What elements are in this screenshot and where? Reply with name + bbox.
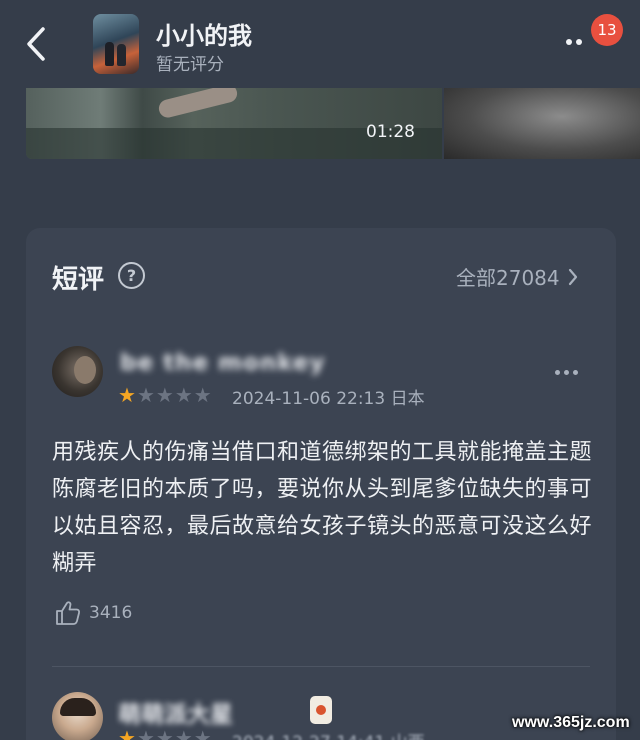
star-empty-icon: ★ bbox=[136, 383, 155, 407]
dot-icon bbox=[555, 370, 560, 375]
review-more-button[interactable] bbox=[555, 370, 578, 375]
dot-icon bbox=[564, 370, 569, 375]
thumbs-up-icon bbox=[56, 601, 81, 625]
review-text: 用残疾人的伤痛当借口和道德绑架的工具就能掩盖主题陈腐老旧的本质了吗，要说你从头到… bbox=[52, 440, 593, 576]
watermark: www.365jz.com bbox=[512, 714, 630, 731]
star-empty-icon: ★ bbox=[193, 383, 212, 407]
like-count: 3416 bbox=[89, 603, 133, 623]
chevron-right-icon bbox=[568, 268, 577, 285]
dot-icon bbox=[576, 39, 582, 45]
avatar[interactable] bbox=[52, 346, 103, 397]
star-empty-icon: ★ bbox=[193, 726, 212, 740]
avatar[interactable] bbox=[52, 692, 103, 740]
see-all-label: 全部27084 bbox=[456, 266, 560, 290]
star-empty-icon: ★ bbox=[155, 726, 174, 740]
user-badge-icon bbox=[310, 696, 332, 724]
more-options-button[interactable] bbox=[566, 34, 592, 50]
review-date-location: 2024-12-27 14:41 山西 bbox=[232, 728, 425, 740]
movie-title: 小小的我 bbox=[156, 22, 252, 50]
star-filled-icon: ★ bbox=[118, 726, 136, 740]
notification-badge[interactable]: 13 bbox=[591, 14, 623, 46]
top-bar: 小小的我 暂无评分 13 bbox=[0, 0, 640, 88]
review-username[interactable]: 萌萌派大星 bbox=[118, 695, 233, 729]
review-date-location: 2024-11-06 22:13 日本 bbox=[232, 389, 425, 409]
star-empty-icon: ★ bbox=[136, 726, 155, 740]
star-rating: ★ ★ ★ ★ ★ bbox=[118, 385, 212, 405]
star-empty-icon: ★ bbox=[155, 383, 174, 407]
chevron-left-icon bbox=[27, 27, 45, 61]
star-empty-icon: ★ bbox=[174, 383, 193, 407]
review-divider bbox=[52, 666, 590, 667]
movie-rating-text: 暂无评分 bbox=[156, 55, 224, 75]
star-filled-icon: ★ bbox=[118, 383, 136, 407]
review-username[interactable]: be the monkey bbox=[120, 350, 325, 376]
section-title: 短评 bbox=[52, 265, 105, 295]
dot-icon bbox=[566, 39, 572, 45]
video-duration: 01:28 bbox=[366, 122, 415, 142]
photo-thumbnail[interactable] bbox=[444, 88, 640, 159]
star-rating: ★ ★ ★ ★ ★ bbox=[118, 728, 212, 740]
help-icon[interactable]: ? bbox=[118, 262, 145, 289]
movie-poster-thumbnail[interactable] bbox=[93, 14, 139, 74]
see-all-reviews-link[interactable]: 全部27084 bbox=[456, 262, 578, 291]
star-empty-icon: ★ bbox=[174, 726, 193, 740]
dot-icon bbox=[573, 370, 578, 375]
like-button[interactable]: 3416 bbox=[55, 600, 132, 626]
back-button[interactable] bbox=[18, 22, 54, 66]
